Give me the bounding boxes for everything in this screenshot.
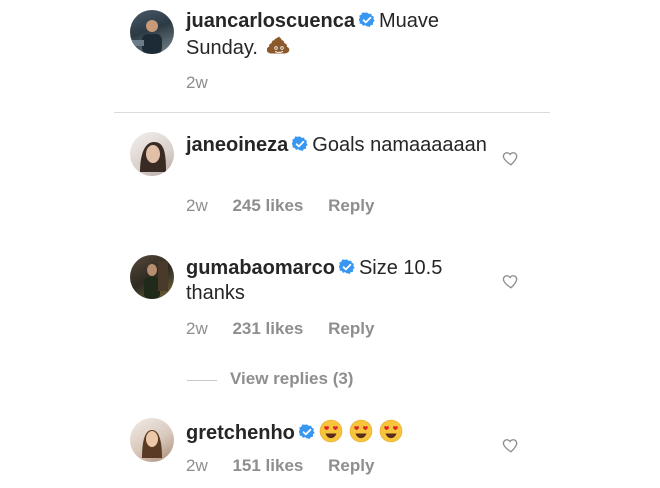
heart-eyes-emoji-icon	[379, 419, 403, 443]
comment-meta: 2w	[186, 73, 228, 93]
comment-text: gumabaomarco Size 10.5 thanks	[186, 256, 506, 306]
reply-button[interactable]: Reply	[328, 196, 374, 215]
divider	[114, 112, 550, 113]
like-heart-icon[interactable]	[502, 149, 520, 167]
comment-body: janeoineza Goals namaaaaaan	[186, 133, 506, 158]
view-replies-button[interactable]: View replies (3)	[230, 369, 353, 389]
comment-body: gumabaomarco Size 10.5 thanks	[186, 256, 506, 306]
heart-eyes-emoji-icon	[349, 419, 373, 443]
verified-icon	[292, 136, 308, 152]
comment-meta: 2w 151 likes Reply	[186, 456, 394, 476]
comment-message: Goals namaaaaaan	[312, 134, 487, 156]
verified-icon	[339, 259, 355, 275]
comment-text: juancarloscuenca Muave Sunday.	[186, 9, 506, 61]
verified-icon	[359, 12, 375, 28]
comment-meta: 2w 245 likes Reply	[186, 196, 394, 216]
timestamp: 2w	[186, 196, 208, 215]
username[interactable]: gumabaomarco	[186, 257, 335, 279]
view-replies-line	[187, 380, 217, 381]
like-heart-icon[interactable]	[502, 436, 520, 454]
comment-text: janeoineza Goals namaaaaaan	[186, 133, 506, 158]
avatar[interactable]	[130, 418, 174, 462]
like-heart-icon[interactable]	[502, 272, 520, 290]
comment-text: gretchenho	[186, 419, 506, 446]
heart-eyes-emoji-icon	[319, 419, 343, 443]
comment-body: gretchenho	[186, 419, 506, 446]
comment-meta: 2w 231 likes Reply	[186, 319, 394, 339]
timestamp: 2w	[186, 73, 208, 92]
username[interactable]: gretchenho	[186, 422, 295, 444]
avatar[interactable]	[130, 10, 174, 54]
reply-button[interactable]: Reply	[328, 456, 374, 475]
verified-icon	[299, 424, 315, 440]
username[interactable]: juancarloscuenca	[186, 10, 355, 32]
likes-count[interactable]: 245 likes	[232, 196, 303, 215]
avatar[interactable]	[130, 132, 174, 176]
poop-emoji-icon	[267, 34, 291, 58]
avatar[interactable]	[130, 255, 174, 299]
timestamp: 2w	[186, 456, 208, 475]
likes-count[interactable]: 231 likes	[232, 319, 303, 338]
timestamp: 2w	[186, 319, 208, 338]
reply-button[interactable]: Reply	[328, 319, 374, 338]
likes-count[interactable]: 151 likes	[232, 456, 303, 475]
username[interactable]: janeoineza	[186, 134, 288, 156]
comment-body: juancarloscuenca Muave Sunday.	[186, 9, 506, 61]
